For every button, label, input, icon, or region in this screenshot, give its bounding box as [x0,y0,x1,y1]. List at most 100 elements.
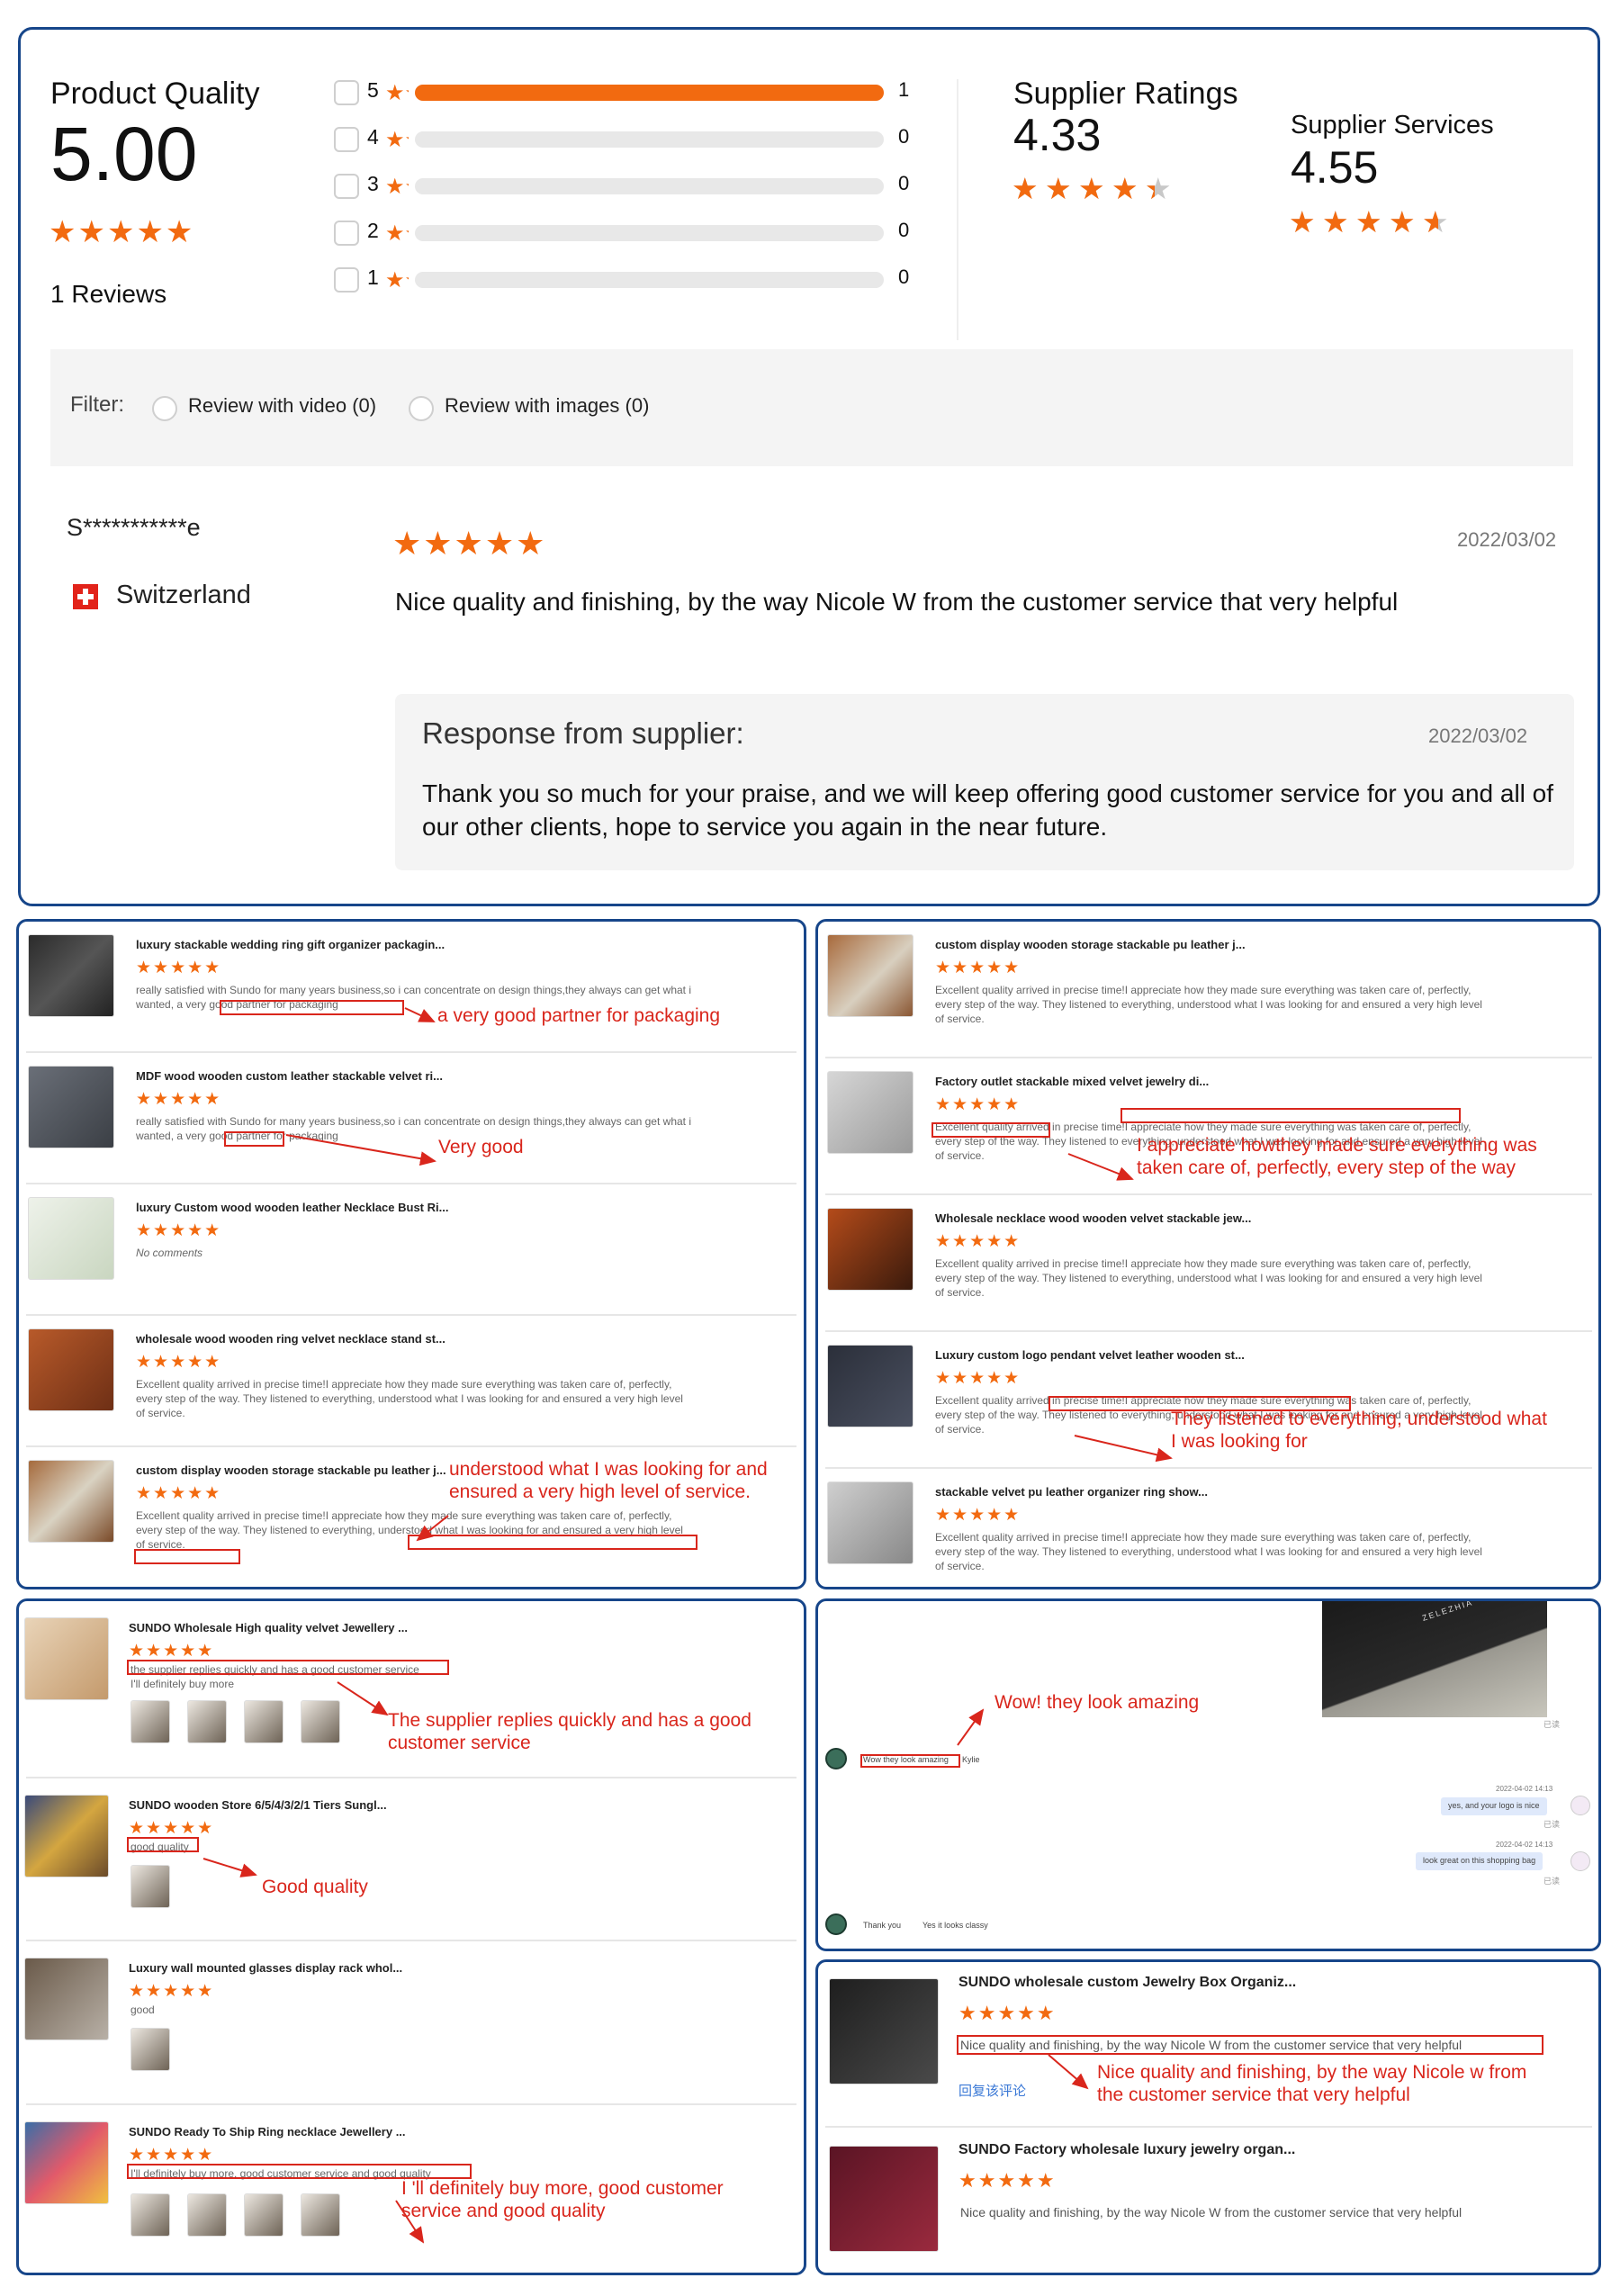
rating-bar-fill [415,85,884,101]
product-title[interactable]: MDF wood wooden custom leather stackable… [136,1069,443,1083]
video-filter-label[interactable]: Review with video (0) [188,394,376,418]
product-thumbnail[interactable] [28,1197,114,1280]
product-stars: ★★★★★ [129,1819,215,1838]
summary-divider [957,79,958,340]
product-thumbnail[interactable] [827,934,914,1017]
product-thumbnail[interactable] [827,1481,914,1564]
review-row[interactable]: SUNDO wooden Store 6/5/4/3/2/1 Tiers Sun… [19,1778,804,1941]
highlight-box [220,1000,404,1015]
product-thumbnail[interactable] [24,2121,109,2204]
product-thumbnail[interactable] [28,1460,114,1543]
product-thumbnail[interactable] [829,2146,939,2252]
review-photo[interactable] [301,2193,340,2237]
review-photo[interactable] [244,2193,284,2237]
review-row[interactable]: SUNDO Ready To Ship Ring necklace Jewell… [19,2105,804,2273]
review-row[interactable]: custom display wooden storage stackable … [818,922,1598,1058]
review-row[interactable]: SUNDO wholesale custom Jewelry Box Organ… [818,1962,1598,2129]
review-row[interactable]: SUNDO Factory wholesale luxury jewelry o… [818,2129,1598,2273]
product-title[interactable]: stackable velvet pu leather organizer ri… [935,1485,1208,1499]
product-title[interactable]: SUNDO Ready To Ship Ring necklace Jewell… [129,2125,406,2138]
review-row[interactable]: SUNDO Wholesale High quality velvet Jewe… [19,1601,804,1778]
review-row[interactable]: Luxury custom logo pendant velvet leathe… [818,1332,1598,1469]
product-thumbnail[interactable] [827,1345,914,1427]
product-stars: ★★★★★ [136,1353,222,1372]
supplier-services-star-icon: ★★ [1389,207,1418,237]
review-row[interactable]: luxury Custom wood wooden leather Neckla… [19,1184,804,1316]
product-title[interactable]: Luxury wall mounted glasses display rack… [129,1961,402,1975]
product-title[interactable]: custom display wooden storage stackable … [136,1463,446,1477]
review-photo[interactable] [187,1700,227,1743]
supplier-ratings-star-icon: ★★ [1045,174,1075,203]
rating-2-checkbox[interactable] [334,221,359,246]
product-title[interactable]: SUNDO wooden Store 6/5/4/3/2/1 Tiers Sun… [129,1798,387,1812]
review-photo[interactable] [130,2193,170,2237]
review-row[interactable]: Luxury wall mounted glasses display rack… [19,1941,804,2105]
chat-time-1: 2022-04-02 14:13 [1496,1785,1553,1793]
product-title[interactable]: Factory outlet stackable mixed velvet je… [935,1075,1209,1088]
product-title[interactable]: SUNDO Wholesale High quality velvet Jewe… [129,1621,408,1634]
review-photo[interactable] [130,1865,170,1908]
product-thumbnail[interactable] [28,934,114,1017]
chat-reply-2: look great on this shopping bag [1416,1852,1544,1870]
review-summary-panel: Product Quality 5.00 ★★★★★ 1 Reviews 5★★… [18,27,1600,906]
product-quality-stars: ★★★★★ [49,215,195,249]
video-filter-checkbox[interactable] [152,396,177,421]
product-title[interactable]: luxury Custom wood wooden leather Neckla… [136,1201,448,1214]
images-filter-label[interactable]: Review with images (0) [445,394,649,418]
rating-5-checkbox[interactable] [334,80,359,105]
reply-link[interactable]: 回复该评论 [958,2081,1026,2100]
product-title[interactable]: Wholesale necklace wood wooden velvet st… [935,1211,1251,1225]
product-stars: ★★★★★ [935,1506,1022,1525]
review-row[interactable]: luxury stackable wedding ring gift organ… [19,922,804,1053]
star-fill: ★ [1145,174,1155,203]
review-row[interactable]: MDF wood wooden custom leather stackable… [19,1053,804,1184]
review-row[interactable]: stackable velvet pu leather organizer ri… [818,1469,1598,1587]
review-photo[interactable] [130,2028,170,2071]
review-row[interactable]: Wholesale necklace wood wooden velvet st… [818,1195,1598,1332]
review-text: Excellent quality arrived in precise tim… [136,1378,683,1419]
chat-panel: ZELEZHIA 已读 Wow they look amazing Kylie … [815,1598,1601,1951]
product-thumbnail[interactable] [28,1328,114,1411]
product-thumbnail[interactable] [827,1071,914,1154]
rating-star-icon: ★★★★★ [385,128,409,152]
product-title[interactable]: luxury stackable wedding ring gift organ… [136,938,445,951]
supplier-avatar [1570,1796,1590,1815]
rating-bar-track [415,272,884,288]
product-thumbnail[interactable] [24,1958,109,2040]
rating-1-checkbox[interactable] [334,267,359,293]
product-title[interactable]: custom display wooden storage stackable … [935,938,1246,951]
chat-reply-1: yes, and your logo is nice [1441,1797,1547,1815]
images-filter-checkbox[interactable] [409,396,434,421]
product-title[interactable]: wholesale wood wooden ring velvet neckla… [136,1332,446,1346]
product-thumbnail[interactable] [28,1066,114,1148]
annotation-chat: Wow! they look amazing [994,1692,1200,1713]
product-thumbnail[interactable] [24,1795,109,1877]
product-reviews-panel-e: SUNDO wholesale custom Jewelry Box Organ… [815,1959,1601,2275]
review-row[interactable]: Factory outlet stackable mixed velvet je… [818,1058,1598,1195]
product-title[interactable]: Luxury custom logo pendant velvet leathe… [935,1348,1245,1362]
review-photo[interactable] [187,2193,227,2237]
product-title[interactable]: SUNDO wholesale custom Jewelry Box Organ… [958,1975,1296,1991]
product-thumbnail[interactable] [829,1978,939,2084]
review-photo[interactable] [244,1700,284,1743]
rating-star-icon: ★★★★★ [385,221,409,246]
star-fill: ★ [1078,174,1105,203]
review-photo[interactable] [301,1700,340,1743]
supplier-response: Response from supplier: 2022/03/02 Thank… [395,694,1574,870]
annotation-text: a very good partner for packaging [437,1005,721,1026]
product-thumbnail[interactable] [827,1208,914,1291]
product-stars: ★★★★★ [136,1090,222,1109]
chat-photo-brand: ZELEZHIA [1420,1598,1475,1623]
review-text-2: I'll definitely buy more [130,1678,235,1690]
product-title[interactable]: SUNDO Factory wholesale luxury jewelry o… [958,2142,1295,2158]
review-row[interactable]: wholesale wood wooden ring velvet neckla… [19,1316,804,1447]
reviewer-country: Switzerland [116,581,251,609]
review-text: No comments [136,1247,203,1259]
rating-bar-track [415,131,884,148]
review-row[interactable]: custom display wooden storage stackable … [19,1447,804,1579]
review-photo[interactable] [130,1700,170,1743]
rating-3-checkbox[interactable] [334,174,359,199]
rating-4-checkbox[interactable] [334,127,359,152]
product-thumbnail[interactable] [24,1617,109,1700]
highlight-box [127,1660,449,1675]
